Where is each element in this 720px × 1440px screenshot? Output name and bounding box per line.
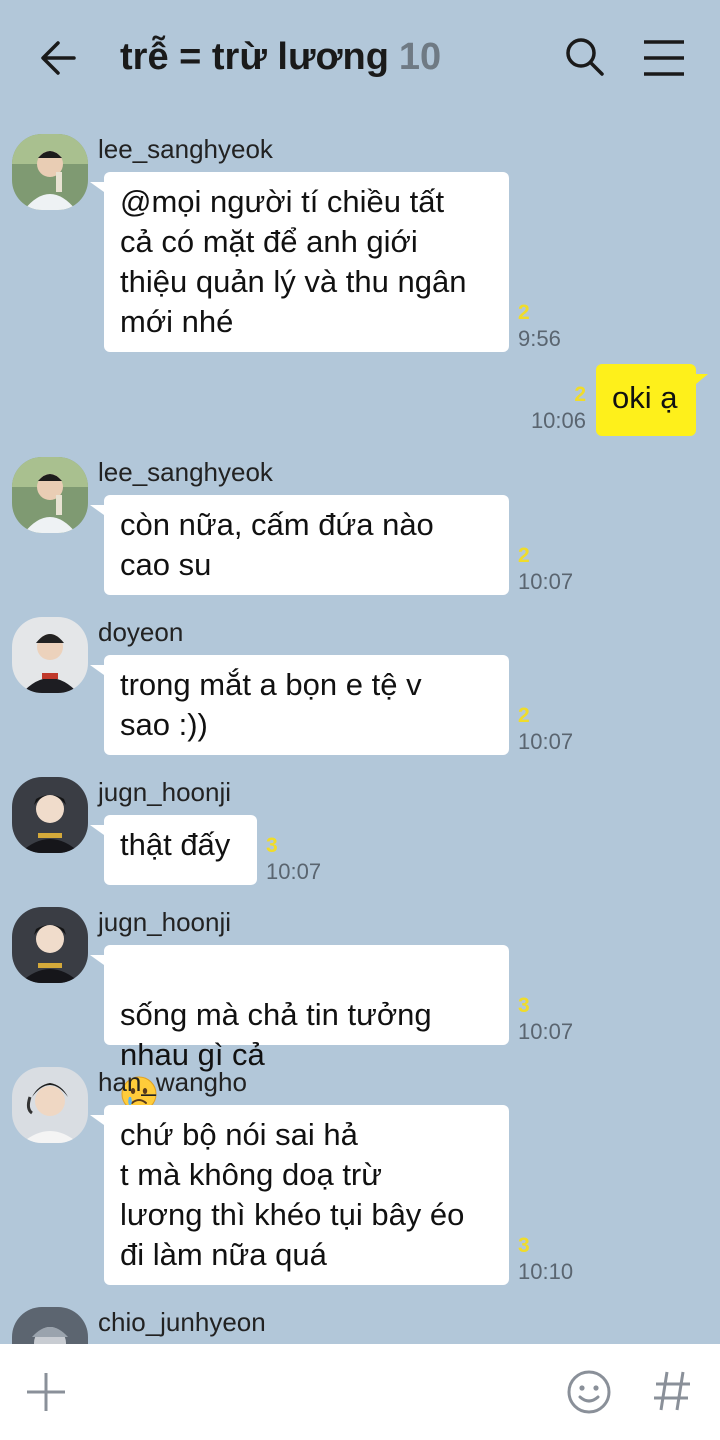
unread-count: 3: [518, 994, 530, 1017]
message-row: han_wangho chứ bộ nói sai hả t mà không …: [0, 1067, 720, 1287]
message-bubble[interactable]: chứ bộ nói sai hả t mà không doạ trừ lươ…: [90, 1105, 509, 1285]
message-bubble[interactable]: @mọi người tí chiều tất cả có mặt để anh…: [90, 172, 509, 352]
message-time: 10:07: [518, 569, 574, 594]
member-count: 10: [398, 36, 442, 78]
back-button[interactable]: [30, 30, 86, 86]
search-icon: [566, 38, 604, 76]
unread-count: 3: [518, 1234, 530, 1257]
sender-name: chio_junhyeon: [98, 1307, 266, 1337]
add-attachment-button[interactable]: [24, 1370, 68, 1414]
user-photo-5[interactable]: [12, 1307, 88, 1344]
message-time: 10:07: [266, 859, 322, 884]
message-row: chio_junhyeon: [0, 1307, 720, 1344]
sender-name: lee_sanghyeok: [98, 134, 273, 164]
message-meta: 2 10:07: [518, 543, 573, 595]
message-meta: 2 9:56: [518, 300, 561, 352]
message-list[interactable]: lee_sanghyeok @mọi người tí chiều tất cả…: [0, 116, 720, 1344]
arrow-left-icon: [41, 41, 76, 75]
message-composer: [0, 1344, 720, 1440]
user-photo-3[interactable]: [12, 777, 88, 853]
sender-name: lee_sanghyeok: [98, 457, 273, 487]
message-meta: 2 10:07: [518, 703, 573, 755]
sender-name: jugn_hoonji: [98, 777, 232, 807]
unread-count: 2: [518, 544, 530, 567]
user-photo-3[interactable]: [12, 907, 88, 983]
message-text: sống mà chả tin tưởng nhau gì cả: [120, 997, 432, 1072]
unread-count: 3: [266, 834, 278, 857]
chat-room-title: trễ = trừ lương 10: [120, 36, 441, 79]
hamburger-menu-icon: [644, 40, 684, 76]
message-bubble[interactable]: trong mắt a bọn e tệ v sao :)): [90, 655, 509, 755]
message-meta: 2 10:06: [520, 382, 586, 434]
message-bubble[interactable]: thật đấy: [90, 815, 257, 885]
message-row: lee_sanghyeok @mọi người tí chiều tất cả…: [0, 134, 720, 354]
unread-count: 2: [574, 383, 586, 406]
my-message-bubble[interactable]: oki ạ: [596, 364, 708, 436]
hashtag-search-button[interactable]: [650, 1366, 694, 1416]
message-bubble[interactable]: sống mà chả tin tưởng nhau gì cả: [90, 945, 509, 1112]
message-row: jugn_hoonji sống mà chả tin tưởng nhau g…: [0, 907, 720, 1112]
plus-icon: [27, 1373, 65, 1411]
emoticon-button[interactable]: [566, 1369, 612, 1415]
hashtag-icon: [654, 1371, 690, 1411]
sender-name: jugn_hoonji: [98, 907, 232, 937]
user-photo-2[interactable]: [12, 617, 88, 693]
message-meta: 3 10:07: [266, 833, 321, 885]
message-time: 10:10: [518, 1259, 574, 1284]
message-time: 10:06: [530, 408, 586, 433]
message-bubble[interactable]: còn nữa, cấm đứa nào cao su: [90, 495, 509, 595]
chat-room-name: trễ = trừ lương: [120, 36, 389, 78]
chat-header: trễ = trừ lương 10: [0, 0, 720, 116]
menu-button[interactable]: [640, 36, 688, 80]
message-row: 2 10:06 oki ạ: [0, 364, 720, 438]
message-row: doyeon trong mắt a bọn e tệ v sao :)) 2 …: [0, 617, 720, 757]
message-time: 10:07: [518, 729, 574, 754]
message-meta: 3 10:07: [518, 993, 573, 1045]
search-button[interactable]: [560, 32, 610, 82]
smiley-icon: [567, 1370, 611, 1414]
message-meta: 3 10:10: [518, 1233, 573, 1285]
message-row: jugn_hoonji thật đấy 3 10:07: [0, 777, 720, 887]
user-photo-1[interactable]: [12, 457, 88, 533]
unread-count: 2: [518, 704, 530, 727]
sender-name: doyeon: [98, 617, 184, 647]
sender-name: han_wangho: [98, 1067, 247, 1097]
unread-count: 2: [518, 301, 530, 324]
user-photo-1[interactable]: [12, 134, 88, 210]
message-time: 9:56: [518, 326, 561, 351]
message-time: 10:07: [518, 1019, 574, 1044]
user-photo-4[interactable]: [12, 1067, 88, 1143]
message-row: lee_sanghyeok còn nữa, cấm đứa nào cao s…: [0, 457, 720, 597]
